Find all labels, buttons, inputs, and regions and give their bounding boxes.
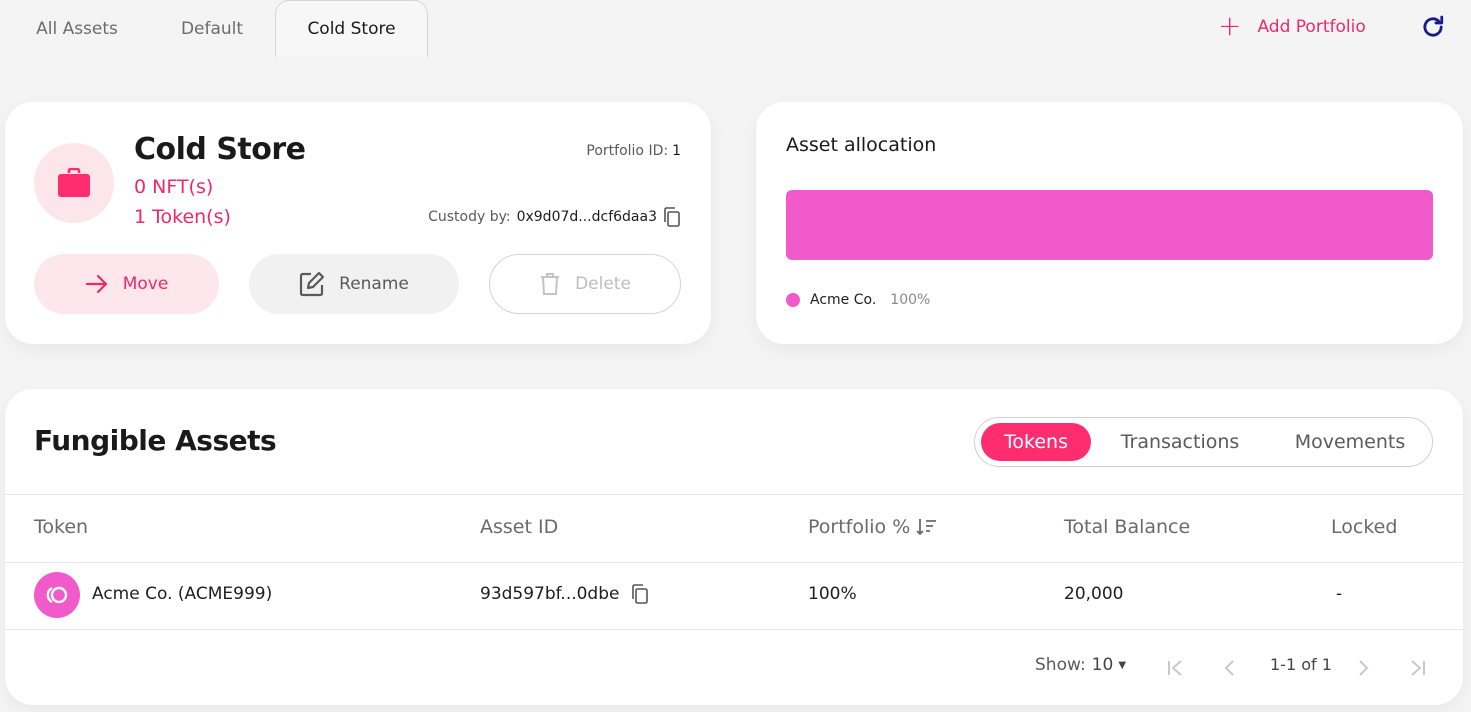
page-size-value: 10 [1091,655,1114,675]
prev-page-icon[interactable] [1219,657,1241,679]
column-header-total-balance: Total Balance [1064,516,1191,538]
allocation-title: Asset allocation [786,134,937,156]
move-label: Move [122,274,169,294]
token-count: 1 Token(s) [134,206,231,228]
fungible-assets-title: Fungible Assets [34,424,277,457]
trash-icon [541,273,560,295]
legend-dot [786,293,800,307]
cell-asset-id: 93d597bf...0dbe [480,584,649,604]
custody-label: Custody by: [428,209,511,225]
briefcase-icon [58,168,90,197]
tab-all-assets[interactable]: All Assets [18,0,136,57]
token-logo-icon [46,586,68,604]
portfolio-card: Cold Store 0 NFT(s) 1 Token(s) Portfolio… [5,102,711,344]
segment-tokens[interactable]: Tokens [981,423,1091,461]
divider [5,494,1463,495]
divider [5,562,1463,563]
legend-percent: 100% [890,292,931,308]
column-header-portfolio-pct[interactable]: Portfolio % [808,516,938,538]
fungible-assets-card: Fungible Assets Tokens Transactions Move… [5,389,1463,705]
portfolio-id: Portfolio ID: 1 [586,143,681,159]
caret-down-icon: ▼ [1118,659,1127,671]
custody-value: 0x9d07d...dcf6daa3 [516,209,657,225]
cell-total-balance: 20,000 [1064,584,1124,604]
asset-id-value: 93d597bf...0dbe [480,584,620,604]
portfolio-id-value: 1 [672,143,681,159]
column-header-asset-id: Asset ID [480,516,559,538]
divider [5,629,1463,630]
portfolio-tabs: All Assets Default Cold Store + Add Port… [0,0,1471,57]
rename-label: Rename [339,274,409,294]
rename-button[interactable]: Rename [249,254,459,314]
tab-default[interactable]: Default [150,0,274,57]
column-header-locked: Locked [1331,516,1398,538]
allocation-legend-item: Acme Co. 100% [786,292,930,308]
allocation-card: Asset allocation Acme Co. 100% [756,102,1463,344]
portfolio-id-label: Portfolio ID: [586,143,669,159]
segment-movements[interactable]: Movements [1275,423,1425,461]
cell-locked: - [1336,584,1343,604]
allocation-bar [786,190,1433,260]
delete-label: Delete [575,274,631,294]
portfolio-name: Cold Store [134,132,306,167]
next-page-icon[interactable] [1352,657,1374,679]
delete-button[interactable]: Delete [489,254,681,314]
legend-name: Acme Co. [810,292,877,308]
page-size-select[interactable]: Show: 10 ▼ [1035,655,1126,675]
nft-count: 0 NFT(s) [134,176,214,198]
move-button[interactable]: Move [34,254,219,314]
copy-icon[interactable] [631,584,649,604]
column-header-label: Portfolio % [808,516,911,538]
refresh-icon[interactable] [1419,13,1447,41]
page-range: 1-1 of 1 [1270,655,1332,674]
custody-info: Custody by: 0x9d07d...dcf6daa3 [428,207,681,227]
arrow-right-icon [85,274,107,294]
portfolio-avatar [34,143,114,223]
copy-icon[interactable] [663,207,681,227]
add-portfolio-button[interactable]: + Add Portfolio [1218,8,1366,42]
token-icon [34,572,80,618]
asset-view-switch: Tokens Transactions Movements [974,417,1433,467]
add-portfolio-label: Add Portfolio [1257,17,1366,37]
last-page-icon[interactable] [1407,657,1429,679]
segment-transactions[interactable]: Transactions [1105,423,1255,461]
cell-portfolio-pct: 100% [808,584,857,604]
tab-cold-store[interactable]: Cold Store [275,0,428,57]
cell-token: Acme Co. (ACME999) [92,584,273,604]
sort-icon [916,519,937,536]
column-header-token: Token [34,516,89,538]
edit-icon [300,271,325,297]
plus-icon: + [1218,8,1242,42]
page-size-label: Show: [1035,655,1086,675]
first-page-icon[interactable] [1164,657,1186,679]
